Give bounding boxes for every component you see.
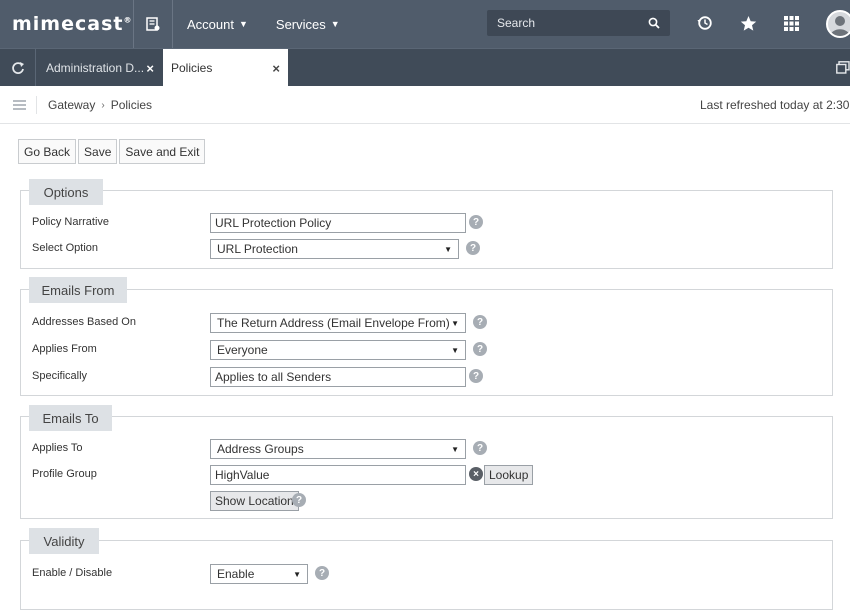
breadcrumb: Gateway › Policies [36,96,152,114]
options-section-title: Options [29,179,103,205]
tab-administration-dashboard[interactable]: Administration D... × [37,49,162,86]
user-icon [830,16,850,36]
tab-label: Administration D... [46,60,145,75]
lookup-button[interactable]: Lookup [484,465,534,485]
specifically-label: Specifically [32,370,88,382]
applies-to-value: Address Groups [217,442,304,456]
close-icon[interactable]: × [272,61,280,76]
refresh-button[interactable] [0,49,36,86]
tab-label: Policies [171,61,213,75]
clear-icon[interactable]: × [469,467,483,481]
logo-registered-mark: ® [123,15,133,25]
help-icon[interactable]: ? [466,241,480,255]
breadcrumb-separator: › [101,99,105,111]
help-icon[interactable]: ? [469,215,483,229]
help-icon[interactable]: ? [315,566,329,580]
dropdown-arrow-icon: ▼ [451,345,459,355]
close-icon[interactable]: × [146,61,154,76]
dropdown-arrow-icon: ▼ [293,569,301,579]
applies-from-label: Applies From [32,343,97,355]
select-option-dropdown[interactable]: URL Protection ▼ [210,239,459,259]
addresses-based-on-label: Addresses Based On [32,316,136,328]
dropdown-arrow-icon: ▼ [451,318,459,328]
search-placeholder: Search [497,16,536,30]
breadcrumb-bar: Gateway › Policies Last refreshed today … [0,86,850,124]
profile-group-row: Profile Group × Lookup [21,465,832,485]
help-icon[interactable]: ? [292,493,306,507]
menu-icon[interactable] [13,100,26,110]
user-avatar[interactable] [826,10,850,38]
star-icon [740,15,756,31]
applies-from-value: Everyone [217,343,268,357]
addresses-based-on-dropdown[interactable]: The Return Address (Email Envelope From)… [210,313,466,333]
help-icon[interactable]: ? [473,315,487,329]
breadcrumb-policies: Policies [110,98,153,112]
refresh-icon [11,61,24,74]
specifically-input[interactable] [210,367,466,387]
show-location-row: Show Location ? [21,491,832,511]
emails-from-section-title: Emails From [29,277,127,303]
select-option-label: Select Option [32,242,99,254]
enable-disable-dropdown[interactable]: Enable ▼ [210,564,308,584]
logo-text: mimecast [12,13,124,35]
profile-group-input[interactable] [210,465,466,485]
chevron-down-icon: ▼ [330,19,340,29]
save-and-exit-button[interactable]: Save and Exit [119,139,206,164]
dropdown-arrow-icon: ▼ [444,244,452,254]
action-toolbar: Go Back Save Save and Exit [18,139,207,164]
help-icon[interactable]: ? [473,441,487,455]
breadcrumb-gateway[interactable]: Gateway [48,98,95,112]
profile-group-label: Profile Group [32,468,97,480]
history-icon [697,16,712,30]
save-button[interactable]: Save [78,139,118,164]
tab-policies[interactable]: Policies × [163,49,288,87]
emails-to-section-title: Emails To [29,405,112,431]
help-icon[interactable]: ? [469,369,483,383]
account-menu[interactable]: Account ▼ [173,0,262,48]
top-navigation-bar: mimecast® Account ▼ Services ▼ [0,0,850,48]
help-icon[interactable]: ? [473,342,487,356]
policy-narrative-label: Policy Narrative [32,216,110,228]
applies-to-label: Applies To [32,442,83,454]
select-option-value: URL Protection [217,242,298,256]
enable-disable-label: Enable / Disable [32,567,113,579]
policy-narrative-input[interactable] [210,213,466,233]
options-section: Options Policy Narrative ? Select Option… [20,179,833,269]
favorites-button[interactable] [737,12,759,34]
enable-disable-value: Enable [217,567,255,581]
history-button[interactable] [694,12,716,34]
enable-disable-row: Enable / Disable Enable ▼ ? [21,564,832,584]
go-back-button[interactable]: Go Back [18,139,77,164]
dashboard-button[interactable] [133,0,173,48]
validity-section: Validity Enable / Disable Enable ▼ ? [20,528,833,610]
mimecast-logo[interactable]: mimecast® [0,13,133,35]
emails-from-section: Emails From Addresses Based On The Retur… [20,277,833,396]
chevron-down-icon: ▼ [238,19,248,29]
popout-window-icon[interactable] [836,61,850,74]
search-input[interactable]: Search [487,10,670,36]
dropdown-arrow-icon: ▼ [451,444,459,454]
applies-to-dropdown[interactable]: Address Groups ▼ [210,439,466,459]
emails-to-section: Emails To Applies To Address Groups ▼ ? … [20,405,833,519]
apps-grid-button[interactable] [780,12,802,34]
select-option-row: Select Option URL Protection ▼ ? [21,239,832,259]
applies-to-row: Applies To Address Groups ▼ ? [21,439,832,459]
applies-from-dropdown[interactable]: Everyone ▼ [210,340,466,360]
search-icon[interactable] [648,17,660,29]
tab-bar: Administration D... × Policies × [0,48,850,87]
validity-section-title: Validity [29,528,99,554]
grid-icon [783,15,799,31]
dashboard-icon [146,17,160,31]
show-location-button[interactable]: Show Location [210,491,299,511]
policy-narrative-row: Policy Narrative ? [21,213,832,233]
account-menu-label: Account [187,16,234,32]
services-menu[interactable]: Services ▼ [262,0,354,48]
addresses-based-on-row: Addresses Based On The Return Address (E… [21,313,832,333]
applies-from-row: Applies From Everyone ▼ ? [21,340,832,360]
services-menu-label: Services [275,16,326,32]
specifically-row: Specifically ? [21,367,832,387]
last-refreshed-text: Last refreshed today at 2:30 PM [700,98,850,112]
addresses-based-on-value: The Return Address (Email Envelope From) [217,316,450,330]
